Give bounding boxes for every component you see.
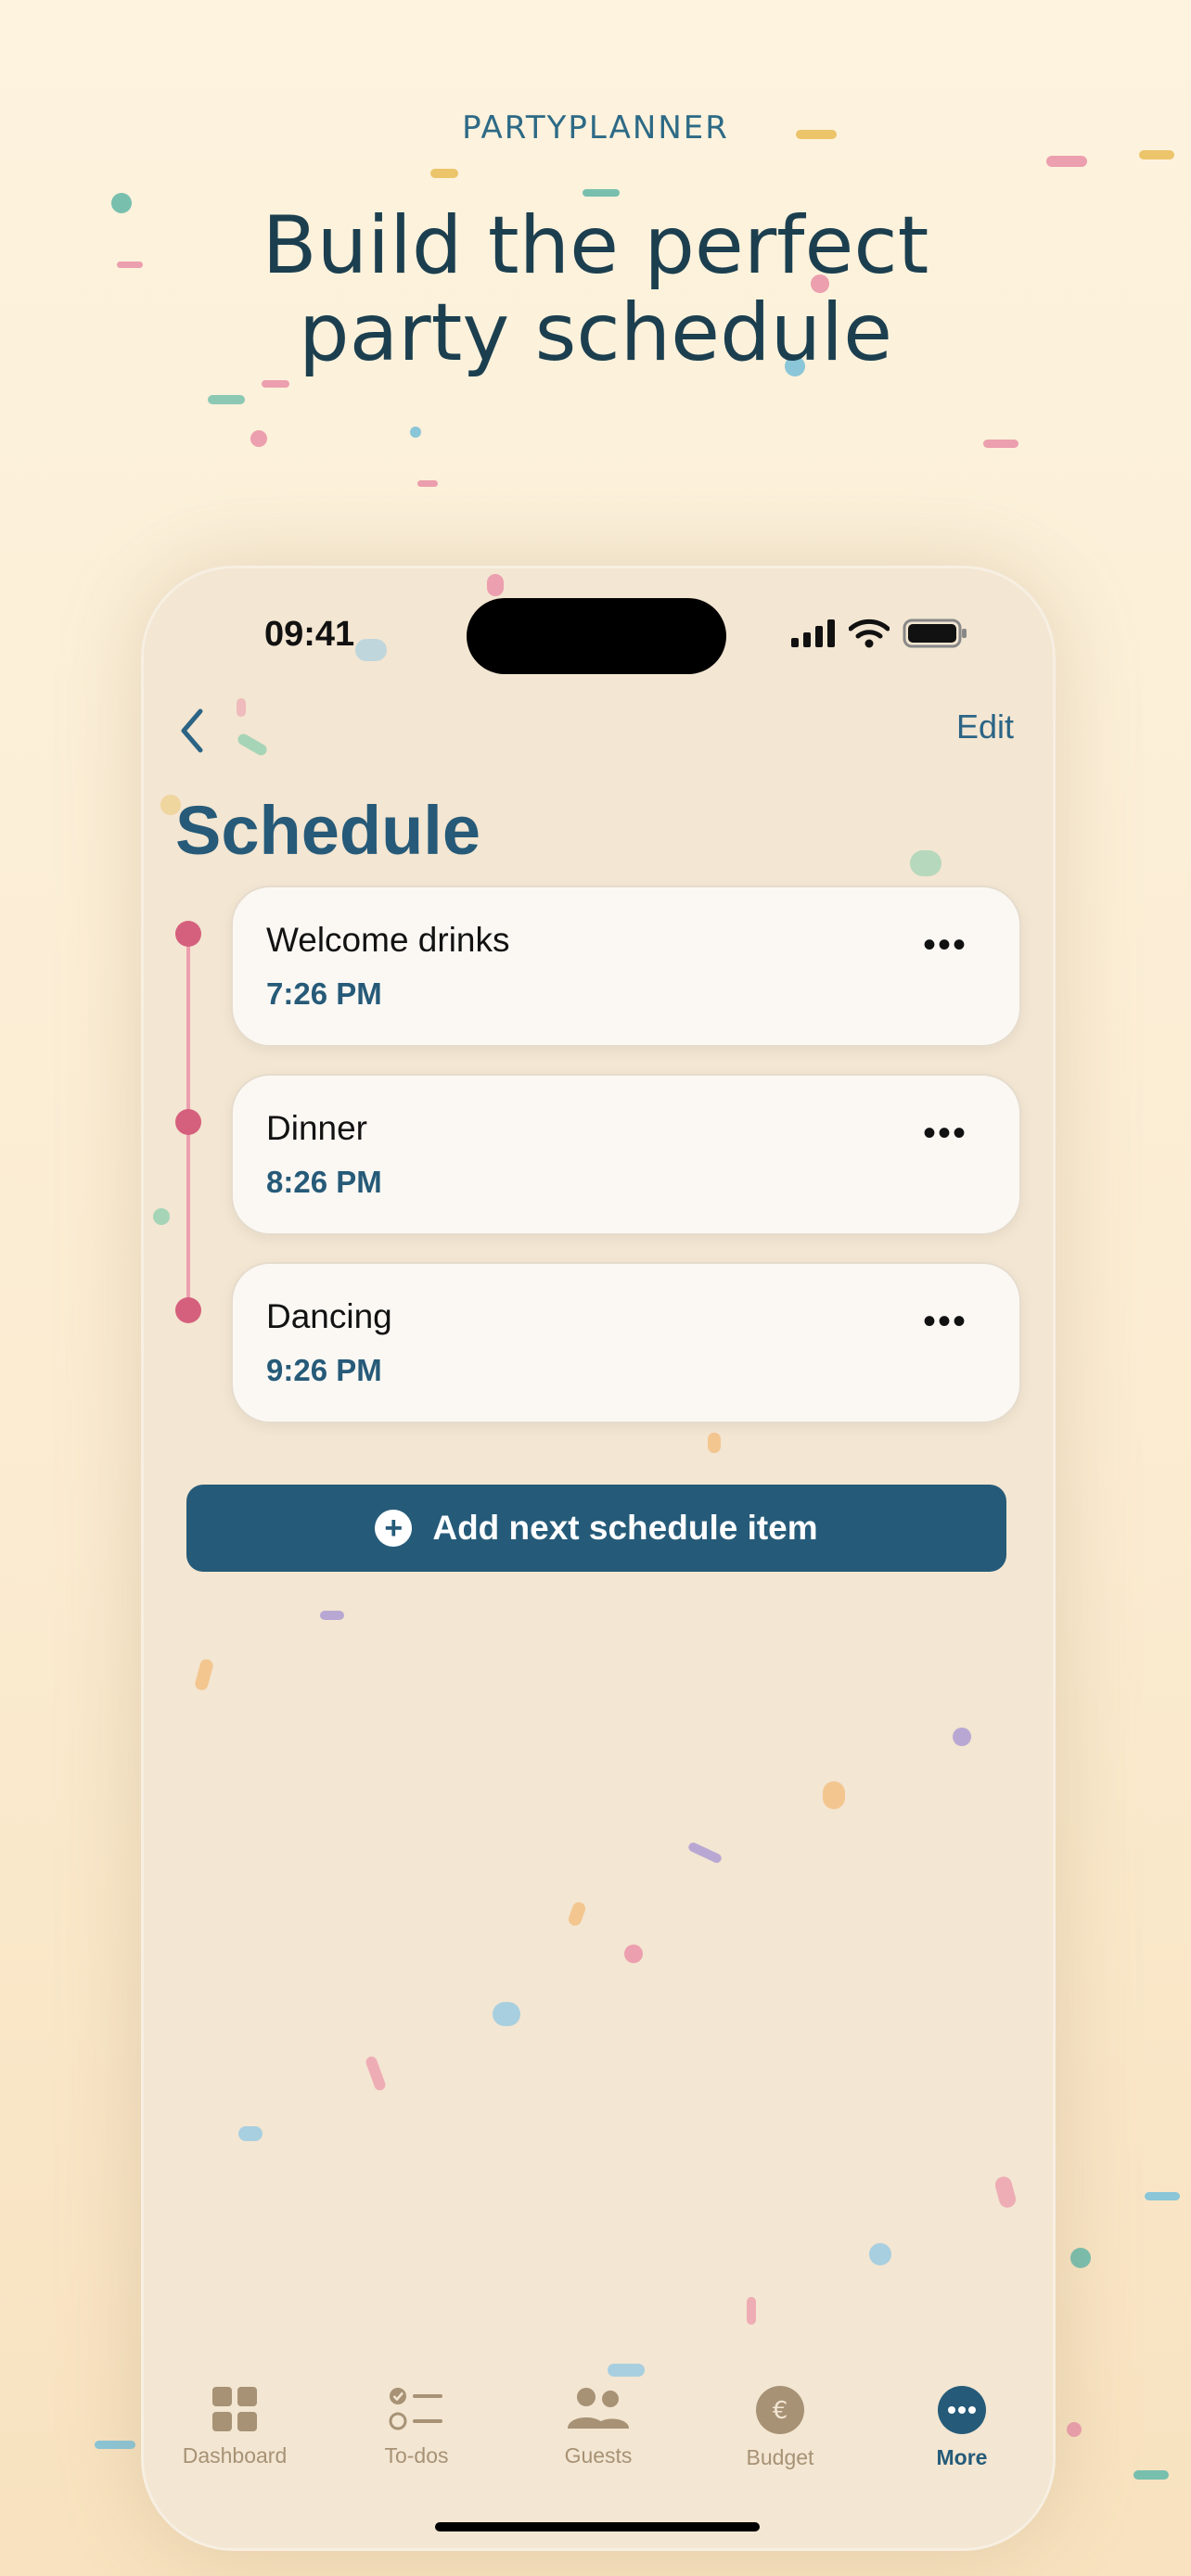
chevron-left-icon	[181, 708, 203, 753]
tab-todos[interactable]: To-dos	[326, 2386, 507, 2497]
tab-guests[interactable]: Guests	[507, 2386, 689, 2497]
schedule-time: 8:26 PM	[266, 1165, 382, 1199]
add-schedule-item-label: Add next schedule item	[432, 1509, 818, 1547]
schedule-card[interactable]: Dancing 9:26 PM •••	[231, 1262, 1021, 1423]
timeline-dot	[175, 1297, 201, 1323]
tab-dashboard[interactable]: Dashboard	[144, 2386, 326, 2497]
phone-screen: 09:41 Edit Schedule Welcome drinks 7:26	[141, 566, 1056, 2551]
schedule-title: Dinner	[266, 1109, 367, 1147]
timeline-dot	[175, 921, 201, 947]
tab-label: Guests	[564, 2443, 633, 2468]
more-options-button[interactable]: •••	[923, 1301, 967, 1343]
wifi-icon	[849, 618, 890, 648]
todo-list-icon	[389, 2388, 442, 2430]
headline: Build the perfect party schedule	[0, 202, 1191, 376]
tab-label: More	[936, 2445, 988, 2469]
more-options-button[interactable]: •••	[923, 1113, 967, 1154]
tab-more[interactable]: More	[871, 2386, 1053, 2497]
status-icons	[791, 618, 967, 648]
headline-line-2: party schedule	[298, 287, 892, 379]
guests-icon	[568, 2388, 629, 2429]
schedule-title: Welcome drinks	[266, 921, 510, 959]
dynamic-island	[467, 598, 726, 674]
plus-circle-icon: +	[375, 1510, 413, 1547]
schedule-card[interactable]: Welcome drinks 7:26 PM •••	[231, 886, 1021, 1047]
timeline-dot	[175, 1109, 201, 1135]
page-title: Schedule	[175, 792, 480, 869]
status-time: 09:41	[264, 615, 355, 654]
tab-label: Budget	[746, 2445, 814, 2469]
schedule-card[interactable]: Dinner 8:26 PM •••	[231, 1074, 1021, 1235]
schedule-time: 7:26 PM	[266, 976, 382, 1011]
battery-icon	[903, 618, 967, 648]
back-button[interactable]	[164, 698, 220, 763]
euro-icon: €	[756, 2386, 804, 2434]
signal-icon	[791, 619, 835, 647]
tab-budget[interactable]: € Budget	[689, 2386, 871, 2497]
more-options-button[interactable]: •••	[923, 925, 967, 966]
brand-label: PARTYPLANNER	[462, 109, 729, 147]
more-icon	[938, 2386, 986, 2434]
tab-label: Dashboard	[182, 2443, 288, 2468]
add-schedule-item-button[interactable]: + Add next schedule item	[186, 1485, 1006, 1572]
headline-line-1: Build the perfect	[262, 199, 929, 292]
home-indicator	[435, 2522, 760, 2531]
schedule-title: Dancing	[266, 1297, 392, 1335]
dashboard-icon	[212, 2387, 257, 2431]
tab-bar: Dashboard To-dos Guests € Budget More	[144, 2386, 1053, 2497]
tab-label: To-dos	[384, 2443, 449, 2468]
schedule-time: 9:26 PM	[266, 1353, 382, 1387]
svg-text:€: €	[773, 2397, 788, 2425]
edit-button[interactable]: Edit	[956, 708, 1014, 746]
